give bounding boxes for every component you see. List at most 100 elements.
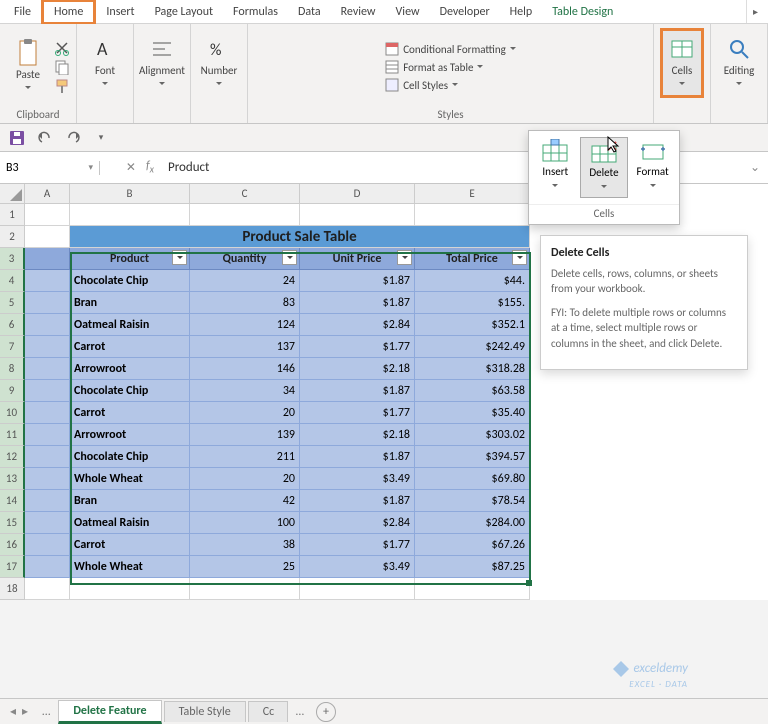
tab-page-layout[interactable]: Page Layout bbox=[145, 2, 223, 22]
row-header[interactable]: 12 bbox=[0, 446, 25, 468]
cell-total-price[interactable]: $78.54 bbox=[415, 490, 530, 512]
delete-cells-button[interactable]: Delete bbox=[580, 137, 628, 198]
cell-quantity[interactable]: 139 bbox=[190, 424, 300, 446]
cell-unit-price[interactable]: $1.77 bbox=[300, 534, 415, 556]
cell-styles-button[interactable]: Cell Styles bbox=[385, 78, 458, 92]
col-header[interactable]: E bbox=[415, 184, 530, 204]
filter-icon[interactable] bbox=[397, 250, 412, 265]
row-header[interactable]: 5 bbox=[0, 292, 25, 314]
cell-unit-price[interactable]: $2.84 bbox=[300, 314, 415, 336]
col-header[interactable]: B bbox=[70, 184, 190, 204]
cell-unit-price[interactable]: $3.49 bbox=[300, 468, 415, 490]
row-header[interactable]: 9 bbox=[0, 380, 25, 402]
cell-total-price[interactable]: $35.40 bbox=[415, 402, 530, 424]
cell-total-price[interactable]: $44. bbox=[415, 270, 530, 292]
table-row[interactable]: Bran42$1.87$78.54 bbox=[25, 490, 768, 512]
sheet-nav-next-icon[interactable]: ▸ bbox=[22, 704, 28, 719]
cell-total-price[interactable]: $87.25 bbox=[415, 556, 530, 578]
copy-icon[interactable] bbox=[54, 59, 70, 75]
cells-button[interactable]: Cells bbox=[660, 28, 704, 98]
editing-button[interactable]: Editing bbox=[717, 28, 761, 98]
cell-total-price[interactable]: $155. bbox=[415, 292, 530, 314]
paste-button[interactable]: Paste bbox=[6, 32, 50, 102]
table-row[interactable]: Carrot38$1.77$67.26 bbox=[25, 534, 768, 556]
sheet-nav-prev-icon[interactable]: ◂ bbox=[10, 704, 16, 719]
table-header-total-price[interactable]: Total Price bbox=[415, 248, 530, 270]
cell-unit-price[interactable]: $1.87 bbox=[300, 380, 415, 402]
fx-icon[interactable]: fx bbox=[146, 159, 154, 175]
cell-quantity[interactable]: 100 bbox=[190, 512, 300, 534]
cell-unit-price[interactable]: $2.18 bbox=[300, 358, 415, 380]
filter-icon[interactable] bbox=[512, 250, 527, 265]
conditional-formatting-button[interactable]: Conditional Formatting bbox=[385, 42, 516, 56]
cancel-icon[interactable]: ✕ bbox=[126, 160, 136, 175]
cell-product[interactable]: Arrowroot bbox=[70, 358, 190, 380]
cut-icon[interactable] bbox=[54, 40, 70, 56]
cell-unit-price[interactable]: $1.77 bbox=[300, 336, 415, 358]
tab-table-design[interactable]: Table Design bbox=[542, 2, 623, 22]
tab-review[interactable]: Review bbox=[331, 2, 386, 22]
cell-quantity[interactable]: 20 bbox=[190, 402, 300, 424]
col-header[interactable]: A bbox=[25, 184, 70, 204]
cell-product[interactable]: Oatmeal Raisin bbox=[70, 314, 190, 336]
tab-view[interactable]: View bbox=[386, 2, 430, 22]
font-button[interactable]: A Font bbox=[83, 28, 127, 98]
cell-quantity[interactable]: 34 bbox=[190, 380, 300, 402]
new-sheet-button[interactable]: + bbox=[316, 702, 336, 722]
format-cells-button[interactable]: Format bbox=[629, 137, 677, 198]
cell-quantity[interactable]: 24 bbox=[190, 270, 300, 292]
cell-product[interactable]: Carrot bbox=[70, 534, 190, 556]
tab-file[interactable]: File bbox=[4, 2, 41, 22]
cell-unit-price[interactable]: $1.77 bbox=[300, 402, 415, 424]
cell-product[interactable]: Chocolate Chip bbox=[70, 446, 190, 468]
row-header[interactable]: 18 bbox=[0, 578, 25, 600]
cell-unit-price[interactable]: $3.49 bbox=[300, 556, 415, 578]
cell-product[interactable]: Bran bbox=[70, 292, 190, 314]
cell-quantity[interactable]: 146 bbox=[190, 358, 300, 380]
cell-total-price[interactable]: $318.28 bbox=[415, 358, 530, 380]
sheet-tab-active[interactable]: Delete Feature bbox=[58, 700, 161, 724]
sheet-tab[interactable]: Table Style bbox=[164, 701, 246, 722]
row-header[interactable]: 2 bbox=[0, 226, 25, 248]
cell-product[interactable]: Oatmeal Raisin bbox=[70, 512, 190, 534]
col-header[interactable]: C bbox=[190, 184, 300, 204]
save-icon[interactable] bbox=[8, 129, 26, 147]
cell-quantity[interactable]: 137 bbox=[190, 336, 300, 358]
row-header[interactable]: 11 bbox=[0, 424, 25, 446]
col-header[interactable]: D bbox=[300, 184, 415, 204]
format-painter-icon[interactable] bbox=[54, 78, 70, 94]
table-header-quantity[interactable]: Quantity bbox=[190, 248, 300, 270]
sheet-tab[interactable]: Cc bbox=[248, 701, 288, 722]
table-row[interactable]: Carrot20$1.77$35.40 bbox=[25, 402, 768, 424]
formula-expand-icon[interactable]: ⌄ bbox=[742, 160, 768, 175]
format-as-table-button[interactable]: Format as Table bbox=[385, 60, 483, 74]
cell-quantity[interactable]: 42 bbox=[190, 490, 300, 512]
table-row[interactable]: Whole Wheat25$3.49$87.25 bbox=[25, 556, 768, 578]
cell-total-price[interactable]: $284.00 bbox=[415, 512, 530, 534]
cell-product[interactable]: Arrowroot bbox=[70, 424, 190, 446]
row-header[interactable]: 1 bbox=[0, 204, 25, 226]
row-header[interactable]: 8 bbox=[0, 358, 25, 380]
row-header[interactable]: 15 bbox=[0, 512, 25, 534]
row-header[interactable]: 13 bbox=[0, 468, 25, 490]
qat-customize-icon[interactable]: ▾ bbox=[92, 129, 110, 147]
cell-total-price[interactable]: $67.26 bbox=[415, 534, 530, 556]
redo-icon[interactable] bbox=[64, 129, 82, 147]
insert-cells-button[interactable]: Insert bbox=[531, 137, 579, 198]
row-header[interactable]: 4 bbox=[0, 270, 25, 292]
cell-unit-price[interactable]: $1.87 bbox=[300, 270, 415, 292]
cell-unit-price[interactable]: $2.84 bbox=[300, 512, 415, 534]
row-header[interactable]: 7 bbox=[0, 336, 25, 358]
tab-home[interactable]: Home bbox=[41, 0, 96, 24]
select-all-corner[interactable] bbox=[0, 184, 25, 204]
number-button[interactable]: % Number bbox=[197, 28, 241, 98]
row-header[interactable]: 14 bbox=[0, 490, 25, 512]
cell-total-price[interactable]: $352.1 bbox=[415, 314, 530, 336]
cell-quantity[interactable]: 83 bbox=[190, 292, 300, 314]
name-box[interactable]: B3▾ bbox=[0, 161, 100, 175]
row-header[interactable]: 3 bbox=[0, 248, 25, 270]
cell-total-price[interactable]: $394.57 bbox=[415, 446, 530, 468]
row-header[interactable]: 10 bbox=[0, 402, 25, 424]
table-row[interactable]: Whole Wheat20$3.49$69.80 bbox=[25, 468, 768, 490]
table-header-unit-price[interactable]: Unit Price bbox=[300, 248, 415, 270]
